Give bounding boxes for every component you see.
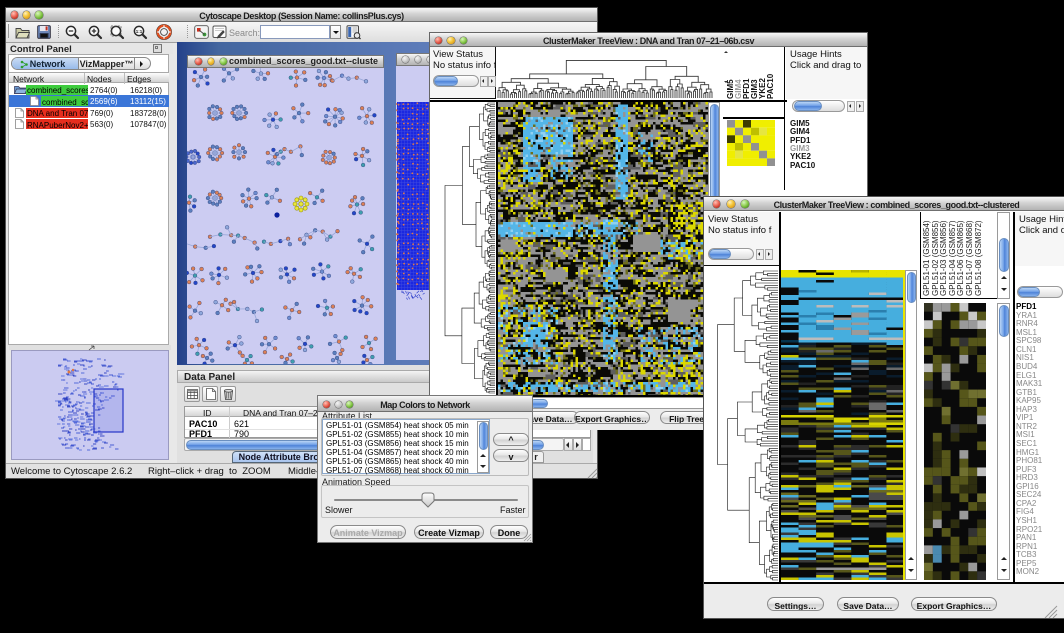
svg-text:1:1: 1:1 [135, 28, 142, 33]
